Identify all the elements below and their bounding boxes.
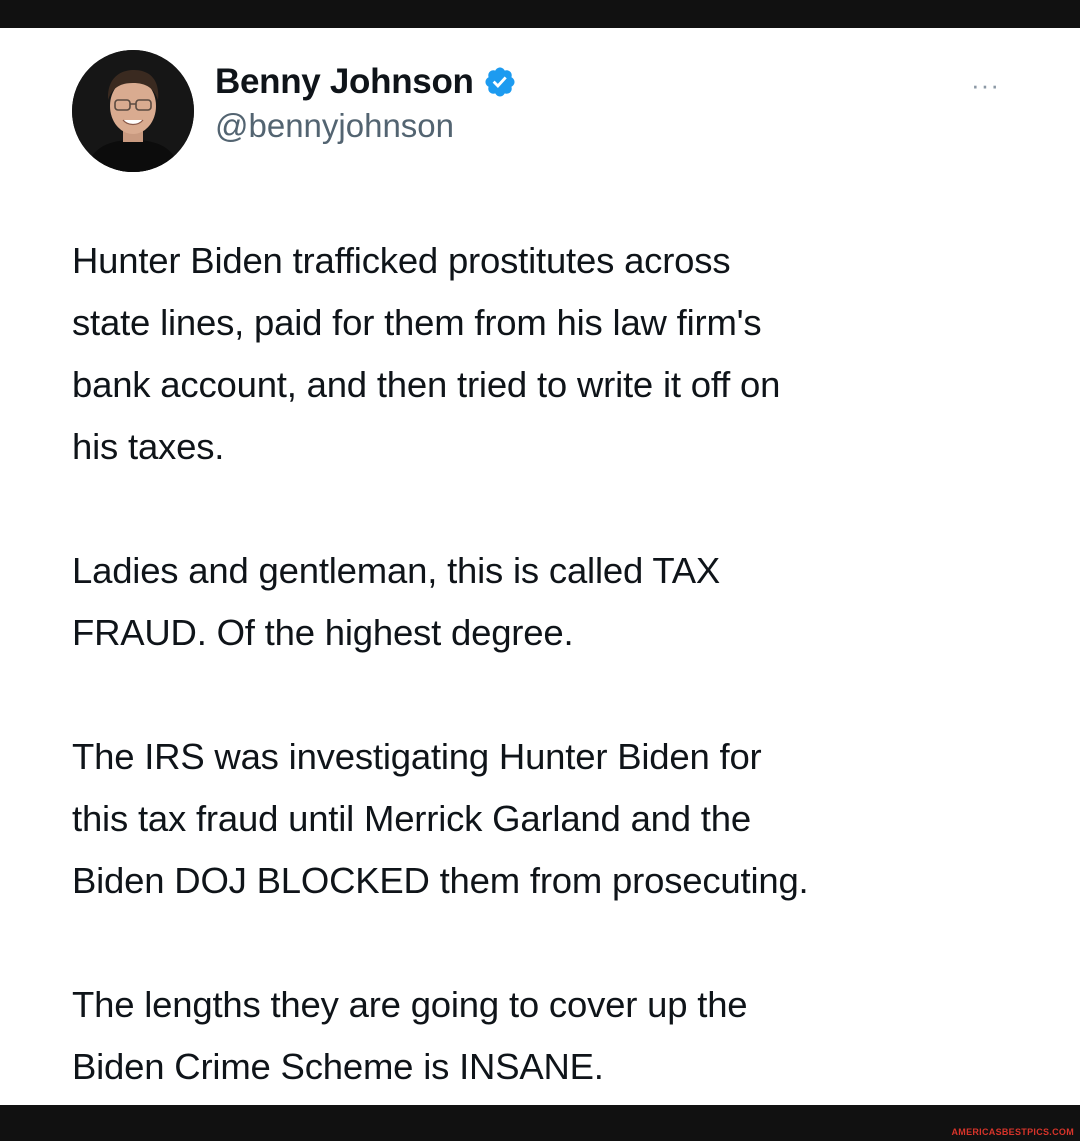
avatar[interactable] (72, 50, 194, 172)
tweet-text: Hunter Biden trafficked prostitutes acro… (72, 230, 1032, 1098)
author-name-block: Benny Johnson @bennyjohnson (215, 62, 517, 145)
tweet-header: Benny Johnson @bennyjohnson ··· (72, 40, 1012, 172)
bottom-black-bar: AMERICASBESTPICS.COM (0, 1105, 1080, 1141)
tweet-paragraph: The IRS was investigating Hunter Biden f… (72, 736, 809, 901)
display-name-row: Benny Johnson (215, 62, 517, 102)
tweet-paragraph: The lengths they are going to cover up t… (72, 984, 748, 1087)
avatar-image (72, 50, 194, 172)
tweet-card: Benny Johnson @bennyjohnson ··· Hunter B… (0, 28, 1080, 1105)
tweet-paragraph: Ladies and gentleman, this is called TAX… (72, 550, 721, 653)
author-handle[interactable]: @bennyjohnson (215, 107, 517, 145)
watermark-text: AMERICASBESTPICS.COM (951, 1127, 1074, 1137)
verified-badge-icon (483, 65, 517, 99)
top-black-bar (0, 0, 1080, 28)
more-options-icon[interactable]: ··· (971, 70, 1000, 101)
display-name[interactable]: Benny Johnson (215, 62, 474, 102)
tweet-paragraph: Hunter Biden trafficked prostitutes acro… (72, 240, 781, 467)
